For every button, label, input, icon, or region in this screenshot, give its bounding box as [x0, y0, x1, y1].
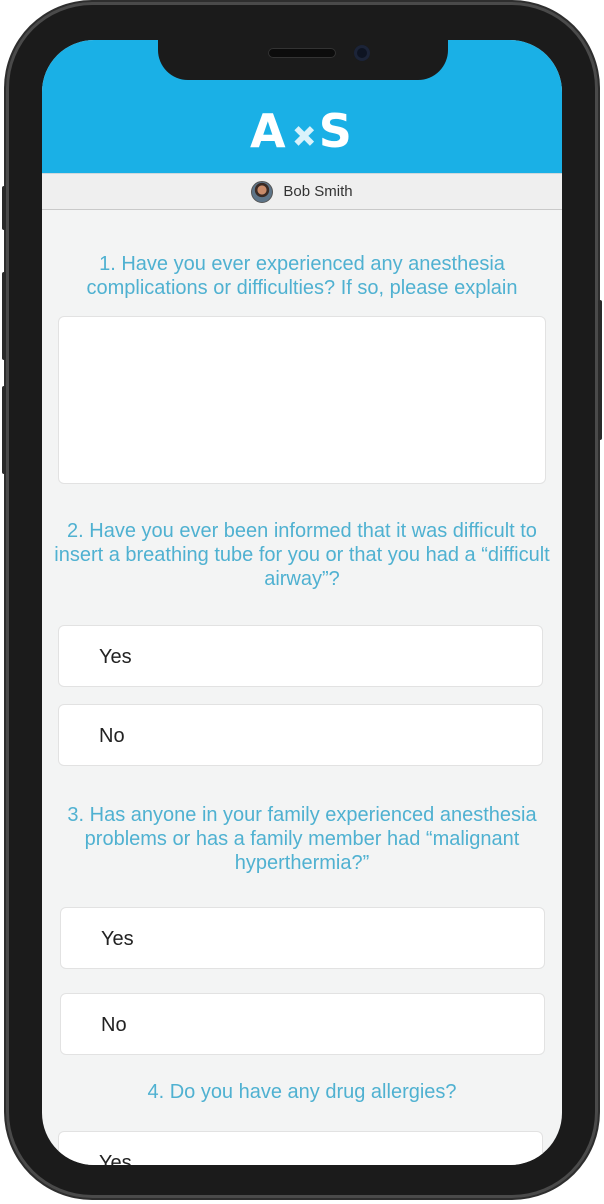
- question-4-option-yes[interactable]: Yes: [58, 1131, 543, 1165]
- option-label: Yes: [99, 646, 132, 668]
- question-1-answer-field[interactable]: [58, 316, 546, 484]
- option-label: No: [99, 725, 125, 747]
- user-name: Bob Smith: [283, 183, 353, 200]
- option-label: Yes: [101, 928, 134, 950]
- phone-notch: [158, 40, 448, 80]
- volume-up-button: [2, 272, 6, 360]
- question-1-text: 1. Have you ever experienced any anesthe…: [86, 253, 518, 299]
- question-2-option-yes[interactable]: Yes: [58, 625, 543, 687]
- power-button: [598, 300, 602, 440]
- question-4-text: 4. Do you have any drug allergies?: [147, 1081, 457, 1103]
- question-3-option-no[interactable]: No: [60, 993, 545, 1055]
- app-logo: A✚S: [42, 106, 562, 163]
- option-label: Yes: [99, 1152, 132, 1165]
- speaker-grille: [268, 48, 336, 58]
- question-2-option-no[interactable]: No: [58, 704, 543, 766]
- question-2-text: 2. Have you ever been informed that it w…: [54, 520, 550, 590]
- question-3-option-yes[interactable]: Yes: [60, 907, 545, 969]
- camera-icon: [354, 45, 370, 61]
- app-screen: A✚S Bob Smith 1. Have you ever experienc…: [42, 40, 562, 1165]
- user-bar[interactable]: Bob Smith: [42, 173, 562, 210]
- option-label: No: [101, 1014, 127, 1036]
- mute-switch: [2, 186, 6, 230]
- avatar: [251, 180, 274, 203]
- question-3-text: 3. Has anyone in your family experienced…: [67, 804, 537, 874]
- volume-down-button: [2, 386, 6, 474]
